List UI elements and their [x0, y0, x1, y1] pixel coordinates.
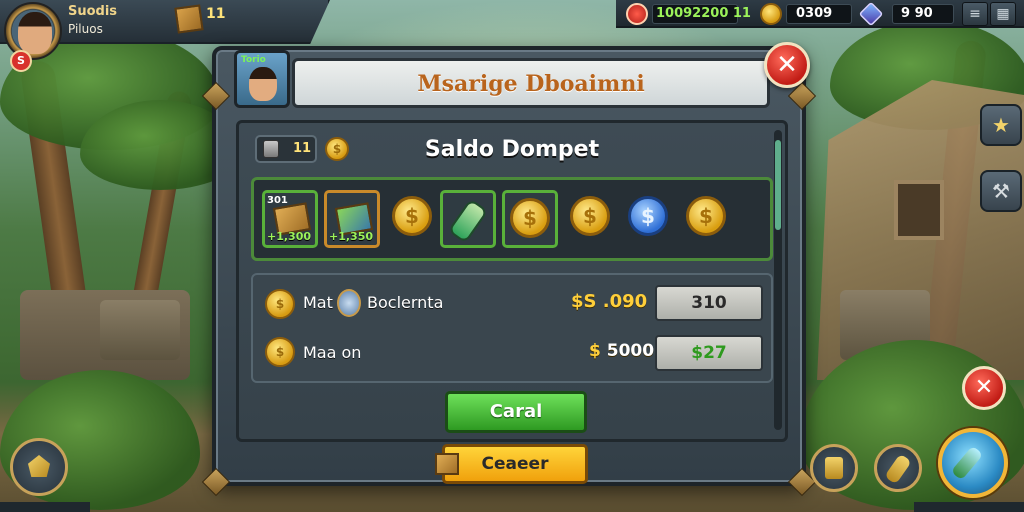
wallet-panel: 11 $ Saldo Dompet 301 +1,300 +1,350 $ $ [236, 120, 788, 442]
scroll-thumb[interactable] [775, 140, 781, 230]
secondary-button-label: Ceaeer [481, 454, 549, 474]
reward-items-strip: 301 +1,300 +1,350 $ $ $ $ $ [251, 177, 773, 261]
stone-block [100, 300, 180, 360]
scroll-button[interactable] [810, 444, 858, 492]
scroll-icon [825, 457, 843, 479]
item-tag: 301 [267, 195, 288, 206]
item-slot-coin[interactable]: $ [564, 190, 620, 248]
item-amount: +1,300 [267, 230, 312, 243]
row-amount: $S .090 [571, 291, 648, 312]
temple-window [894, 180, 944, 240]
currency-symbol: $ [589, 341, 601, 361]
item-slot-coin[interactable]: $ [386, 190, 442, 248]
crate-icon [174, 4, 204, 34]
item-slot-coin[interactable]: $ [502, 190, 558, 248]
dialog-title: Msarige Dboaimni [417, 71, 645, 97]
crate-icon [435, 453, 459, 475]
potion-icon [447, 198, 489, 244]
dialog-title-bar: Msarige Dboaimni [292, 58, 770, 108]
item-slot-coin[interactable]: $ [680, 190, 736, 248]
tools-button[interactable]: ⚒ [980, 170, 1022, 212]
badge-icon [337, 289, 361, 317]
star-button[interactable]: ★ [980, 104, 1022, 146]
potion-icon [884, 453, 912, 485]
player-avatar[interactable] [4, 2, 62, 60]
row-amount: $ 5000 [589, 341, 654, 361]
energy-value: 10092200 11 [656, 6, 751, 21]
secondary-button[interactable]: Ceaeer [435, 444, 588, 484]
coin-icon: $ [265, 337, 295, 367]
coin-icon: $ [510, 198, 550, 238]
player-subtitle: Piluos [68, 22, 103, 36]
coin-icon: $ [392, 196, 432, 236]
bottom-bar [914, 502, 1024, 512]
potion-button[interactable] [874, 444, 922, 492]
bottom-bar [0, 502, 90, 512]
item-amount: +1,350 [329, 230, 374, 243]
gem-icon [858, 1, 884, 27]
coin-icon: $ [265, 289, 295, 319]
wallet-title: Saldo Dompet [424, 137, 600, 162]
row-label: Mat [303, 293, 333, 312]
gem-value: 9 90 [901, 6, 933, 21]
player-name: Suodis [68, 4, 118, 19]
coin-icon: $ [686, 196, 726, 236]
coin-icon: $ [570, 196, 610, 236]
portrait-face [249, 67, 277, 101]
energy-icon [626, 3, 648, 25]
resource-bar: 10092200 11 0309 9 90 ≡ ▦ [616, 0, 1024, 28]
potion-icon [950, 445, 984, 481]
scrollbar[interactable] [774, 130, 782, 430]
grid-button[interactable]: ▦ [990, 2, 1016, 26]
crate-count: 11 [206, 6, 226, 22]
item-slot-potion[interactable] [440, 190, 496, 248]
blue-coin-icon: $ [628, 196, 668, 236]
row-label: Boclernta [367, 293, 444, 312]
portrait-tag: Torio [241, 55, 266, 65]
close-side-button[interactable]: ✕ [962, 366, 1006, 410]
home-button[interactable] [10, 438, 68, 496]
menu-button[interactable]: ≡ [962, 2, 988, 26]
balance-table: $ Mat Boclernta $S .090 310 $ Maa on $ 5… [251, 273, 773, 383]
character-portrait: Torio [234, 50, 290, 108]
value-box[interactable]: $27 [655, 335, 763, 371]
value-box[interactable]: 310 [655, 285, 763, 321]
item-slot-crate[interactable]: 301 +1,300 [262, 190, 318, 248]
item-slot-gems[interactable]: +1,350 [324, 190, 380, 248]
row-label: Maa on [303, 343, 362, 362]
avatar-face [18, 12, 52, 54]
item-slot-blue-coin[interactable]: $ [622, 190, 678, 248]
coin-value: 0309 [796, 6, 833, 21]
confirm-button[interactable]: Caral [445, 391, 587, 433]
main-action-button[interactable] [938, 428, 1008, 498]
coin-icon [760, 3, 782, 25]
home-icon [28, 455, 50, 477]
close-button[interactable]: ✕ [764, 42, 810, 88]
amount-value: 5000 [606, 341, 655, 361]
level-badge: S [10, 50, 32, 72]
wallet-dialog: Msarige Dboaimni Torio ✕ 11 $ Saldo Domp… [201, 42, 817, 497]
